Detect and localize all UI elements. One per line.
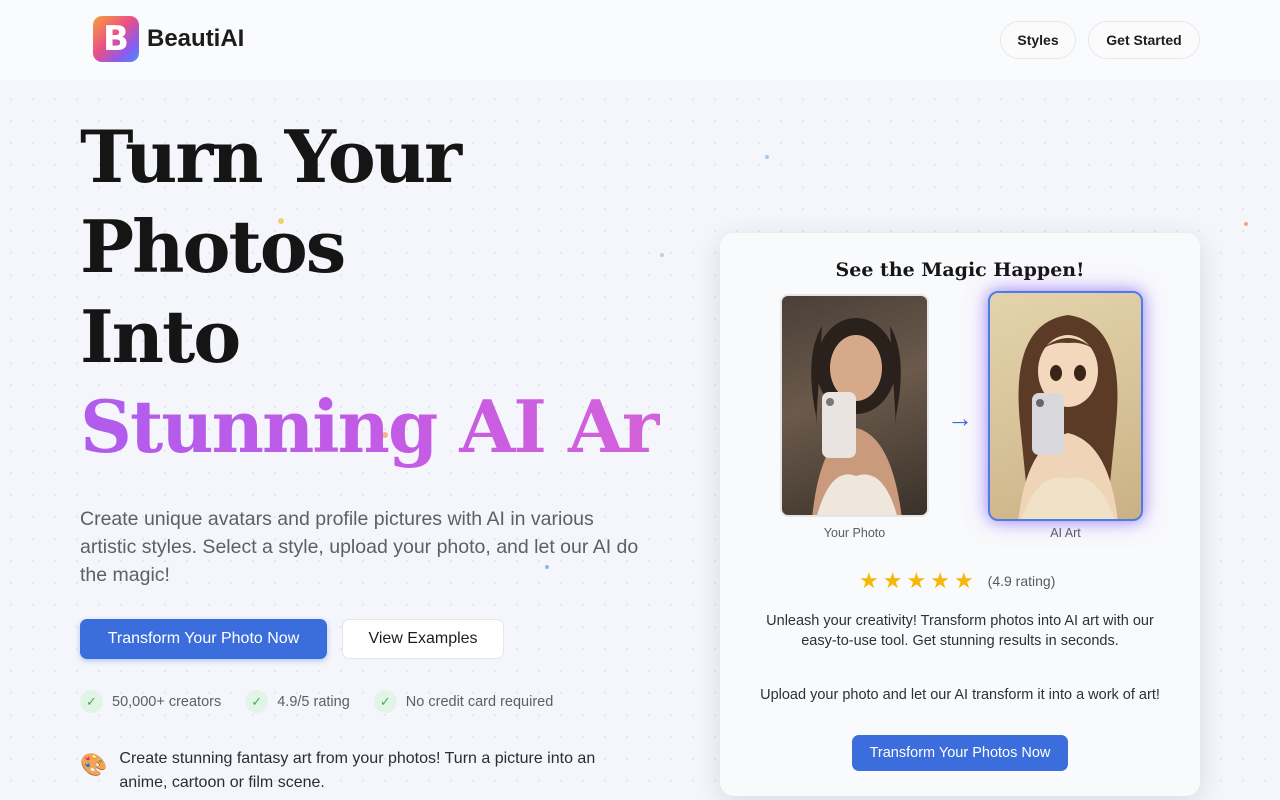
check-icon: ✓: [80, 690, 103, 713]
card-description: Unleash your creativity! Transform photo…: [766, 613, 1154, 649]
nav-get-started-button[interactable]: Get Started: [1088, 21, 1200, 59]
original-photo-image: [780, 294, 929, 517]
star-icon: ★: [859, 568, 879, 593]
sparkle-dot: [765, 155, 769, 159]
original-photo-icon: [811, 318, 902, 515]
arrow-right-icon: →: [947, 403, 973, 433]
hero-title-line: Photos: [80, 204, 346, 289]
star-icon: ★: [882, 568, 903, 593]
hero-title-line: Into: [80, 294, 241, 379]
photo-caption: Your Photo: [823, 526, 886, 540]
promo-note: 🎨 Create stunning fantasy art from your …: [80, 747, 599, 795]
feature-item: ✓ 4.9/5 rating: [245, 690, 350, 713]
feature-item: ✓ 50,000+ creators: [80, 690, 221, 713]
feature-label: 50,000+ creators: [112, 693, 222, 710]
demo-card: See the Magic Happen! → Your Photo AI Ar…: [720, 233, 1200, 796]
feature-list: ✓ 50,000+ creators ✓ 4.9/5 rating ✓ No c…: [80, 690, 553, 713]
view-examples-button[interactable]: View Examples: [342, 619, 504, 659]
card-upload-note: Upload your photo and let our AI transfo…: [760, 687, 1160, 703]
sparkle-dot: [660, 253, 664, 257]
rating: ★ ★ ★ ★ ★ (4.9 rating): [859, 569, 1055, 593]
ai-art-icon: [1018, 315, 1118, 519]
palette-icon: 🎨: [80, 752, 108, 777]
check-icon: ✓: [245, 690, 269, 713]
star-icon: ★: [906, 568, 927, 593]
brand-name: BeautiAI: [147, 25, 245, 52]
ai-art-image: [988, 291, 1143, 521]
top-header: B BeautiAI Styles Get Started: [0, 0, 1280, 80]
brand-logo[interactable]: B BeautiAI: [93, 16, 244, 62]
promo-text: Create stunning fantasy art from your ph…: [119, 750, 596, 791]
hero-description: Create unique avatars and profile pictur…: [80, 508, 639, 586]
check-icon: ✓: [373, 690, 397, 713]
hero-title-highlight: Stunning AI Art: [80, 382, 691, 472]
feature-label: 4.9/5 rating: [277, 693, 350, 710]
transform-photo-button[interactable]: Transform Your Photo Now: [80, 619, 327, 659]
star-icon: ★: [953, 568, 974, 593]
nav-styles-button[interactable]: Styles: [1000, 21, 1076, 59]
ai-art-caption: AI Art: [1050, 526, 1081, 540]
hero-title: Turn Your Photos Into Stunning AI Art: [80, 112, 691, 472]
feature-item: ✓ No credit card required: [373, 690, 554, 713]
card-transform-button[interactable]: Transform Your Photos Now: [852, 735, 1068, 771]
feature-label: No credit card required: [405, 693, 554, 710]
hero-title-line: Turn Your: [80, 114, 462, 199]
rating-text: (4.9 rating): [987, 573, 1056, 589]
sparkle-dot: [1244, 222, 1248, 226]
card-title: See the Magic Happen!: [835, 259, 1085, 281]
star-icon: ★: [930, 568, 950, 593]
logo-mark-icon: B: [93, 16, 139, 62]
